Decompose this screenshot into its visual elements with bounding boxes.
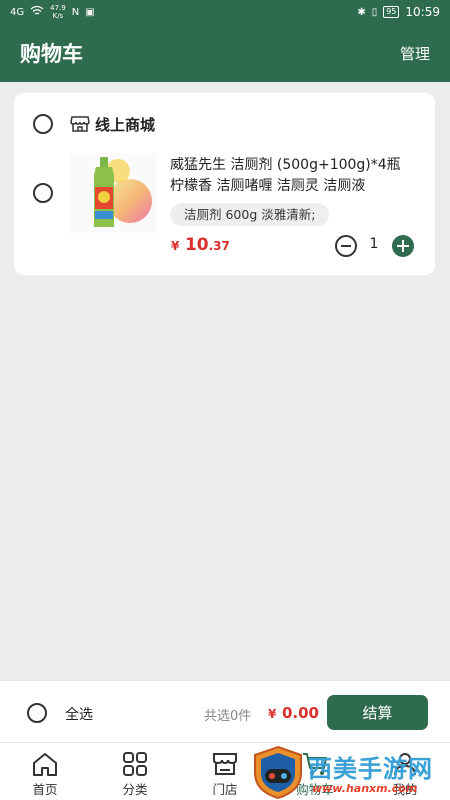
tab-cart[interactable]: 购物车 bbox=[270, 743, 360, 800]
status-bar: 4G 47.9 K/s N ▣ ✱ ▯ 95 10:59 bbox=[0, 0, 450, 24]
total-price: ¥ 0.00 bbox=[268, 703, 319, 722]
clock: 10:59 bbox=[405, 5, 440, 19]
app-header: 购物车 管理 bbox=[0, 24, 450, 82]
total-amount: 0.00 bbox=[281, 704, 319, 722]
cart-icon bbox=[303, 753, 327, 775]
checkout-bar: 全选 共选0件 ¥ 0.00 结算 bbox=[0, 680, 450, 742]
store-icon bbox=[70, 116, 90, 132]
decrease-quantity-button[interactable] bbox=[335, 235, 357, 257]
category-icon bbox=[123, 752, 147, 776]
select-all-radio[interactable] bbox=[27, 703, 47, 723]
notification-icon: ▣ bbox=[85, 6, 95, 18]
product-spec-tag[interactable]: 洁厕剂 600g 淡雅清新; bbox=[170, 203, 330, 226]
tab-label: 购物车 bbox=[296, 782, 334, 797]
selected-count: 共选0件 bbox=[204, 709, 252, 724]
checkout-button[interactable]: 结算 bbox=[327, 695, 428, 730]
profile-icon bbox=[394, 753, 416, 776]
tab-label: 首页 bbox=[32, 782, 58, 797]
network-speed-unit: K/s bbox=[52, 12, 64, 20]
item-select-radio[interactable] bbox=[33, 183, 53, 203]
shop-name: 线上商城 bbox=[95, 116, 156, 134]
bottom-tab-bar: 首页 分类 门店 购物车 我的 bbox=[0, 742, 450, 800]
network-speed-value: 47.9 bbox=[50, 4, 66, 12]
cart-shop-card: 线上商城 威猛先生 洁厕剂 (500g+100g)*4瓶 柠檬香 洁厕啫喱 洁厕… bbox=[14, 93, 435, 275]
price-integer: 10 bbox=[184, 235, 209, 255]
network-speed: 47.9 K/s bbox=[50, 4, 66, 20]
tab-home[interactable]: 首页 bbox=[0, 743, 90, 800]
shop-select-radio[interactable] bbox=[33, 114, 53, 134]
page-title: 购物车 bbox=[20, 42, 83, 66]
price-decimal: .37 bbox=[208, 239, 230, 253]
nfc-icon: N bbox=[71, 6, 80, 18]
product-price: ¥ 10.37 bbox=[171, 235, 230, 255]
minus-icon bbox=[341, 245, 351, 247]
tab-label: 门店 bbox=[212, 782, 238, 797]
manage-button[interactable]: 管理 bbox=[400, 43, 430, 64]
increase-quantity-button[interactable] bbox=[392, 235, 414, 257]
signal-icon: 4G bbox=[10, 6, 25, 18]
tab-profile[interactable]: 我的 bbox=[360, 743, 450, 800]
battery-icon: 95 bbox=[383, 6, 400, 18]
home-icon bbox=[33, 753, 57, 776]
tab-label: 我的 bbox=[392, 782, 418, 797]
total-currency: ¥ bbox=[268, 707, 277, 721]
bluetooth-icon: ✱ bbox=[357, 6, 366, 18]
vibrate-icon: ▯ bbox=[371, 6, 378, 18]
product-name[interactable]: 威猛先生 洁厕剂 (500g+100g)*4瓶 柠檬香 洁厕啫喱 洁厕灵 洁厕液 bbox=[170, 155, 418, 197]
tab-label: 分类 bbox=[122, 782, 148, 797]
product-image[interactable] bbox=[70, 153, 156, 233]
tab-category[interactable]: 分类 bbox=[90, 743, 180, 800]
quantity-value: 1 bbox=[369, 236, 379, 252]
wifi-icon bbox=[30, 5, 44, 19]
tab-store[interactable]: 门店 bbox=[180, 743, 270, 800]
price-currency: ¥ bbox=[171, 239, 180, 253]
store-icon bbox=[213, 753, 237, 775]
select-all-label[interactable]: 全选 bbox=[65, 704, 93, 724]
